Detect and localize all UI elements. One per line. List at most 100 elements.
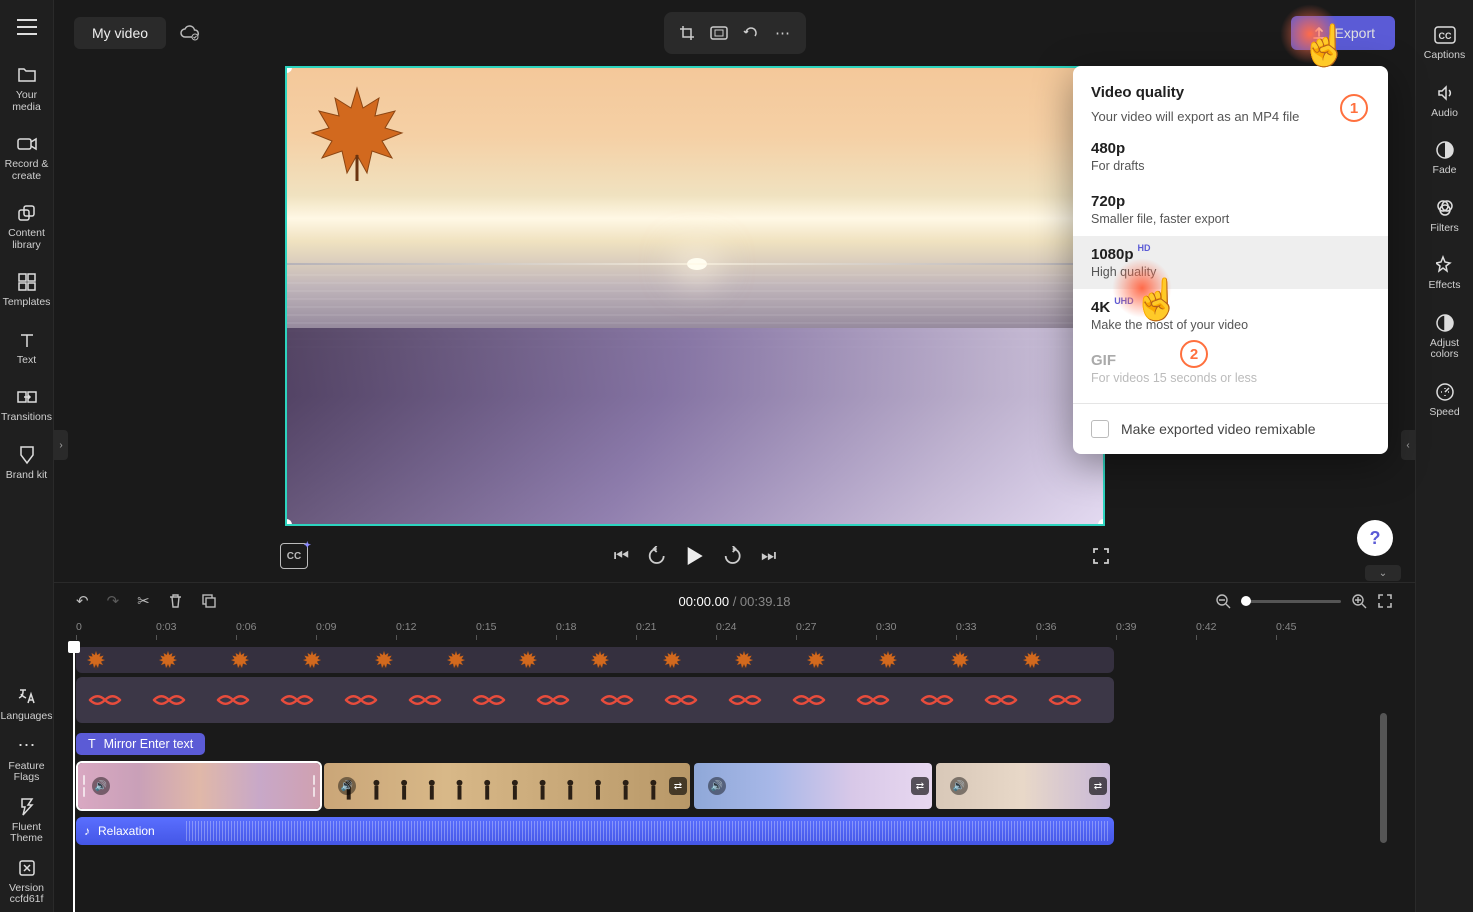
zoom-fit-button[interactable] <box>1377 593 1393 609</box>
zoom-out-button[interactable] <box>1215 593 1231 609</box>
skip-start-button[interactable]: ⏮ <box>614 546 629 566</box>
video-clip-1[interactable]: 🔊 <box>76 761 322 811</box>
nav-fluent-theme[interactable]: Fluent Theme <box>0 790 54 851</box>
resize-handle-tl[interactable] <box>285 66 292 73</box>
video-preview[interactable] <box>285 66 1105 526</box>
menu-button[interactable] <box>0 0 54 54</box>
sprig-thumb-icon <box>1048 690 1082 710</box>
resize-handle-br[interactable] <box>1098 519 1105 526</box>
sprig-thumb-icon <box>280 690 314 710</box>
nav-audio[interactable]: Audio <box>1416 72 1473 130</box>
transition-icon[interactable]: ⇄ <box>1089 777 1107 795</box>
ruler-tick: 0:15 <box>476 621 496 633</box>
export-quality-menu: Video quality Your video will export as … <box>1073 66 1388 454</box>
delete-button[interactable] <box>168 593 183 609</box>
rotate-button[interactable] <box>738 20 764 46</box>
video-clip-2[interactable]: 🔊⇄ <box>322 761 692 811</box>
sprig-thumb-icon <box>856 690 890 710</box>
nav-effects[interactable]: Effects <box>1416 244 1473 302</box>
ruler-tick: 0:12 <box>396 621 416 633</box>
clip-trim-left[interactable] <box>80 763 88 809</box>
collapse-properties[interactable]: ⌄ <box>1365 565 1401 581</box>
overlay-track-1[interactable] <box>76 647 1114 673</box>
clip-trim-right[interactable] <box>310 763 318 809</box>
nav-speed[interactable]: Speed <box>1416 371 1473 429</box>
text-clip-label: Mirror Enter text <box>104 737 194 751</box>
project-title[interactable]: My video <box>74 17 166 49</box>
upload-icon <box>1311 25 1327 41</box>
sprig-thumb-icon <box>344 690 378 710</box>
nav-templates[interactable]: Templates <box>0 261 54 319</box>
nav-your-media[interactable]: Your media <box>0 54 54 123</box>
nav-brand-kit[interactable]: Brand kit <box>0 434 54 492</box>
nav-content-library[interactable]: Content library <box>0 192 54 261</box>
nav-record-create[interactable]: Record & create <box>0 123 54 192</box>
nav-languages[interactable]: Languages <box>0 679 54 729</box>
rewind-button[interactable] <box>647 546 667 566</box>
cloud-sync-icon[interactable] <box>180 25 200 41</box>
export-option-1080p[interactable]: 1080pHDHigh quality <box>1073 236 1388 289</box>
export-option-720p[interactable]: 720pSmaller file, faster export <box>1073 183 1388 236</box>
clip-audio-icon[interactable]: 🔊 <box>708 777 726 795</box>
duplicate-button[interactable] <box>201 593 217 609</box>
remixable-option[interactable]: Make exported video remixable <box>1073 412 1388 446</box>
export-option-4k[interactable]: 4KUHDMake the most of your video <box>1073 289 1388 342</box>
video-clip-4[interactable]: 🔊⇄ <box>934 761 1112 811</box>
undo-button[interactable]: ↶ <box>76 592 89 610</box>
transition-icon[interactable]: ⇄ <box>911 777 929 795</box>
captions-toggle[interactable]: CC✦ <box>280 543 308 569</box>
leaf-thumb-icon <box>302 650 322 670</box>
timeline-scrollbar[interactable] <box>1380 713 1387 902</box>
expand-right-panel[interactable]: ‹ <box>1401 430 1415 460</box>
forward-button[interactable] <box>723 546 743 566</box>
ruler-tick: 0:30 <box>876 621 896 633</box>
sprig-thumb-icon <box>600 690 634 710</box>
export-menu-title: Video quality <box>1091 84 1370 101</box>
video-clip-3[interactable]: 🔊⇄ <box>692 761 934 811</box>
more-options-button[interactable]: ⋯ <box>770 20 796 46</box>
skip-end-button[interactable]: ⏭ <box>761 546 776 566</box>
nav-text[interactable]: Text <box>0 319 54 377</box>
sprig-thumb-icon <box>216 690 250 710</box>
audio-track[interactable]: ♪ Relaxation <box>76 817 1114 845</box>
clip-audio-icon[interactable]: 🔊 <box>338 777 356 795</box>
zoom-slider[interactable] <box>1241 600 1341 603</box>
playhead[interactable] <box>73 643 75 912</box>
transition-icon[interactable]: ⇄ <box>669 777 687 795</box>
nav-feature-flags[interactable]: ⋯Feature Flags <box>0 729 54 790</box>
expand-left-panel[interactable]: › <box>54 430 68 460</box>
sprig-thumb-icon <box>536 690 570 710</box>
play-button[interactable] <box>685 545 705 567</box>
zoom-in-button[interactable] <box>1351 593 1367 609</box>
nav-fade[interactable]: Fade <box>1416 129 1473 187</box>
clip-audio-icon[interactable]: 🔊 <box>950 777 968 795</box>
nav-adjust-colors[interactable]: Adjust colors <box>1416 302 1473 371</box>
redo-button[interactable]: ↷ <box>107 592 120 610</box>
nav-captions[interactable]: CCCaptions <box>1416 14 1473 72</box>
export-button[interactable]: Export <box>1291 16 1395 50</box>
video-track[interactable]: 🔊🔊⇄🔊⇄🔊⇄ <box>76 761 1114 811</box>
sprig-thumb-icon <box>984 690 1018 710</box>
crop-button[interactable] <box>674 20 700 46</box>
timeline-ruler[interactable]: 00:030:060:090:120:150:180:210:240:270:3… <box>76 621 1393 643</box>
nav-transitions[interactable]: Transitions <box>0 376 54 434</box>
clip-audio-icon[interactable]: 🔊 <box>92 777 110 795</box>
nav-filters[interactable]: Filters <box>1416 187 1473 245</box>
nav-version-ccfd-f[interactable]: Version ccfd61f <box>0 851 54 912</box>
audio-clip-label: Relaxation <box>98 824 155 838</box>
fit-button[interactable] <box>706 20 732 46</box>
ruler-tick: 0:42 <box>1196 621 1216 633</box>
text-icon: T <box>88 737 96 751</box>
leaf-thumb-icon <box>446 650 466 670</box>
help-button[interactable]: ? <box>1357 520 1393 556</box>
effects-icon <box>1436 254 1454 276</box>
remixable-checkbox[interactable] <box>1091 420 1109 438</box>
overlay-track-2[interactable] <box>76 677 1114 723</box>
ruler-tick: 0:21 <box>636 621 656 633</box>
text-clip[interactable]: T Mirror Enter text <box>76 733 205 755</box>
right-sidebar: CCCaptionsAudioFadeFiltersEffectsAdjust … <box>1415 0 1473 912</box>
fullscreen-button[interactable] <box>1092 547 1110 565</box>
split-button[interactable]: ✂ <box>137 592 150 610</box>
export-option-480p[interactable]: 480pFor drafts <box>1073 130 1388 183</box>
leaf-thumb-icon <box>374 650 394 670</box>
